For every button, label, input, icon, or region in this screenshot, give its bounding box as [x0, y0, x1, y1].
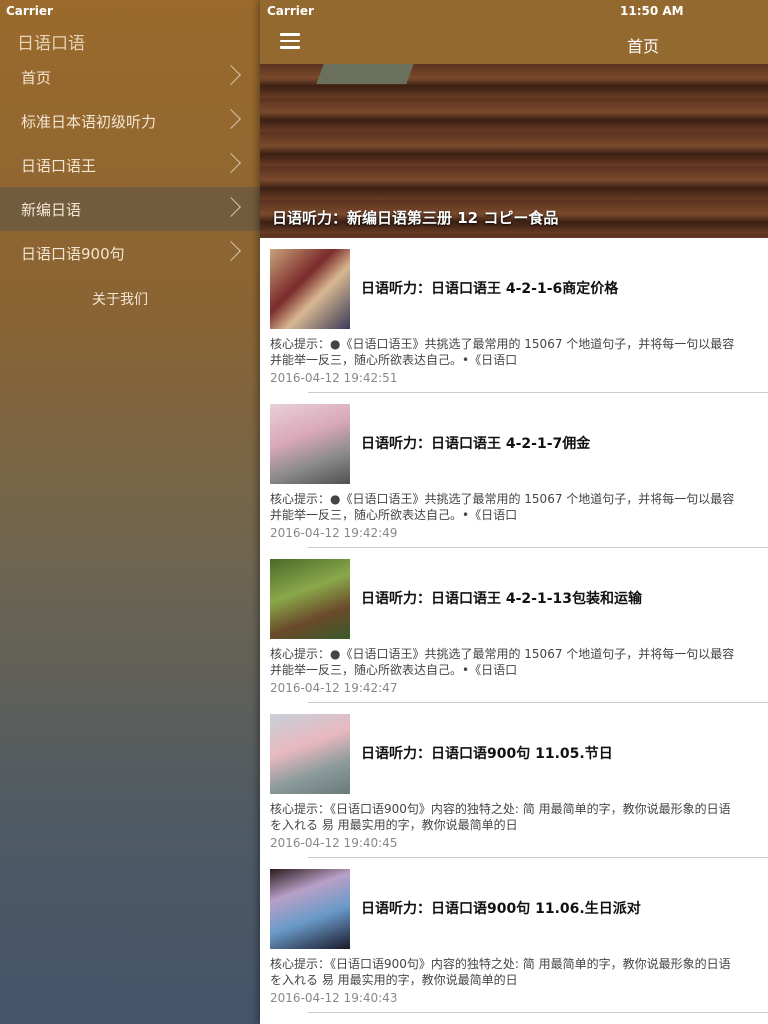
summary-line: 核心提示：《日语口语900句》内容的独特之处: 简 用最简单的字，教你说最形象的…: [270, 957, 731, 971]
menu-item-label: 新编日语: [21, 200, 82, 219]
summary-line: 并能举一反三，随心所欲表达自己。•《日语口: [270, 353, 518, 367]
article-row[interactable]: 日语听力：日语口语王 4-2-1-6商定价格 核心提示：●《日语口语王》共挑选了…: [260, 238, 768, 393]
article-thumbnail: [270, 714, 350, 794]
article-summary: 核心提示：《日语口语900句》内容的独特之处: 简 用最简单的字，教你说最形象的…: [270, 956, 768, 988]
row-divider: [308, 1012, 768, 1013]
article-thumbnail: [270, 249, 350, 329]
navigation-bar: Carrier 11:50 AM 首页: [260, 0, 768, 64]
side-menu: Carrier 日语口语 首页 标准日本语初级听力 日语口语王 新编日语 日语口…: [0, 0, 260, 1024]
menu-title: 日语口语: [17, 34, 85, 54]
menu-item-label: 日语口语900句: [21, 244, 125, 263]
article-thumbnail: [270, 404, 350, 484]
banner-caption: 日语听力：新编日语第三册 12 コピー食品: [272, 209, 559, 227]
hamburger-menu-icon[interactable]: [280, 33, 300, 49]
summary-line: 并能举一反三，随心所欲表达自己。•《日语口: [270, 508, 518, 522]
chevron-right-icon: [221, 197, 241, 217]
chevron-right-icon: [221, 65, 241, 85]
article-title: 日语听力：日语口语王 4-2-1-6商定价格: [361, 281, 619, 297]
summary-line: を入れる 易 用最实用的字，教你说最简单的日: [270, 973, 518, 987]
about-us-link[interactable]: 关于我们: [0, 289, 240, 309]
menu-item-label: 首页: [21, 68, 52, 87]
article-date: 2016-04-12 19:40:43: [270, 991, 398, 1005]
page-title: 首页: [627, 37, 660, 56]
article-summary: 核心提示：●《日语口语王》共挑选了最常用的 15067 个地道句子，并将每一句以…: [270, 491, 768, 523]
article-date: 2016-04-12 19:40:45: [270, 836, 398, 850]
chevron-right-icon: [221, 153, 241, 173]
article-date: 2016-04-12 19:42:47: [270, 681, 398, 695]
article-summary: 核心提示：●《日语口语王》共挑选了最常用的 15067 个地道句子，并将每一句以…: [270, 646, 768, 678]
menu-item-label: 标准日本语初级听力: [21, 112, 157, 131]
menu-item-speaking-king[interactable]: 日语口语王: [0, 143, 260, 187]
menu-item-home[interactable]: 首页: [0, 55, 260, 99]
menu-item-standard-japanese[interactable]: 标准日本语初级听力: [0, 99, 260, 143]
article-date: 2016-04-12 19:42:49: [270, 526, 398, 540]
featured-banner[interactable]: 日语听力：新编日语第三册 12 コピー食品: [260, 64, 768, 238]
chevron-right-icon: [221, 241, 241, 261]
status-carrier: Carrier: [267, 4, 314, 18]
status-carrier: Carrier: [6, 4, 53, 18]
article-title: 日语听力：日语口语王 4-2-1-13包装和运输: [361, 591, 643, 607]
article-row[interactable]: 日语听力：日语口语900句 11.06.生日派对 核心提示：《日语口语900句》…: [260, 858, 768, 1013]
article-summary: 核心提示：●《日语口语王》共挑选了最常用的 15067 个地道句子，并将每一句以…: [270, 336, 768, 368]
status-time: 11:50 AM: [620, 4, 684, 18]
summary-line: 核心提示：●《日语口语王》共挑选了最常用的 15067 个地道句子，并将每一句以…: [270, 647, 735, 661]
article-row[interactable]: 日语听力：日语口语王 4-2-1-7佣金 核心提示：●《日语口语王》共挑选了最常…: [260, 393, 768, 548]
article-row[interactable]: 日语听力：日语口语王 4-2-1-13包装和运输 核心提示：●《日语口语王》共挑…: [260, 548, 768, 703]
menu-item-label: 日语口语王: [21, 156, 97, 175]
article-date: 2016-04-12 19:42:51: [270, 371, 398, 385]
article-title: 日语听力：日语口语900句 11.05.节日: [361, 746, 613, 762]
article-title: 日语听力：日语口语900句 11.06.生日派对: [361, 901, 641, 917]
article-row[interactable]: 日语听力：日语口语900句 11.05.节日 核心提示：《日语口语900句》内容…: [260, 703, 768, 858]
summary-line: 核心提示：●《日语口语王》共挑选了最常用的 15067 个地道句子，并将每一句以…: [270, 492, 735, 506]
menu-item-new-japanese[interactable]: 新编日语: [0, 187, 260, 231]
article-summary: 核心提示：《日语口语900句》内容的独特之处: 简 用最简单的字，教你说最形象的…: [270, 801, 768, 833]
summary-line: 核心提示：●《日语口语王》共挑选了最常用的 15067 个地道句子，并将每一句以…: [270, 337, 735, 351]
article-title: 日语听力：日语口语王 4-2-1-7佣金: [361, 436, 591, 452]
summary-line: を入れる 易 用最实用的字，教你说最简单的日: [270, 818, 518, 832]
main-panel: Carrier 11:50 AM 首页 日语听力：新编日语第三册 12 コピー食…: [260, 0, 768, 1024]
chevron-right-icon: [221, 109, 241, 129]
article-thumbnail: [270, 559, 350, 639]
summary-line: 核心提示：《日语口语900句》内容的独特之处: 简 用最简单的字，教你说最形象的…: [270, 802, 731, 816]
menu-item-900-sentences[interactable]: 日语口语900句: [0, 231, 260, 275]
article-thumbnail: [270, 869, 350, 949]
summary-line: 并能举一反三，随心所欲表达自己。•《日语口: [270, 663, 518, 677]
